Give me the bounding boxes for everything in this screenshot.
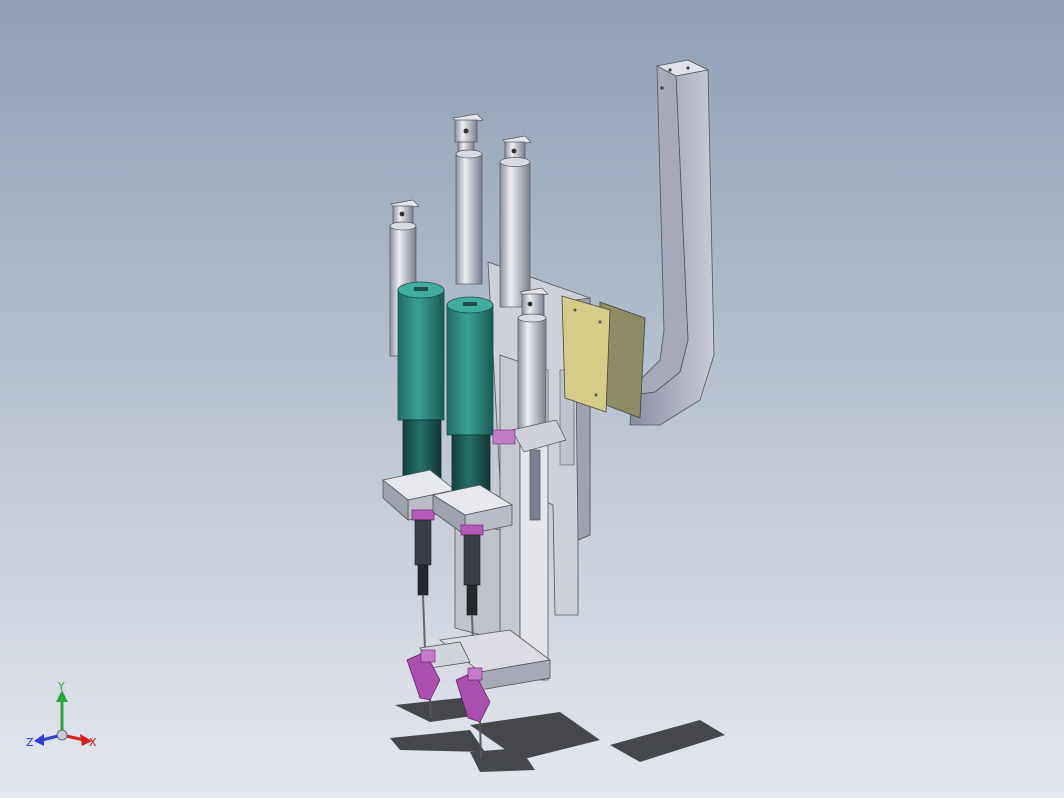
coordinate-triad: Y X Z — [26, 680, 97, 749]
magenta-coupler — [492, 429, 516, 445]
yellow-mount-plate[interactable] — [561, 295, 646, 419]
triad-origin — [56, 729, 68, 741]
x-axis-label: X — [89, 736, 97, 749]
cylinder-rear-right[interactable] — [499, 135, 532, 308]
z-axis-arrow — [34, 734, 44, 746]
z-axis-label: Z — [26, 736, 34, 749]
3d-model-viewport[interactable] — [0, 0, 1064, 798]
y-axis-label: Y — [57, 680, 65, 693]
